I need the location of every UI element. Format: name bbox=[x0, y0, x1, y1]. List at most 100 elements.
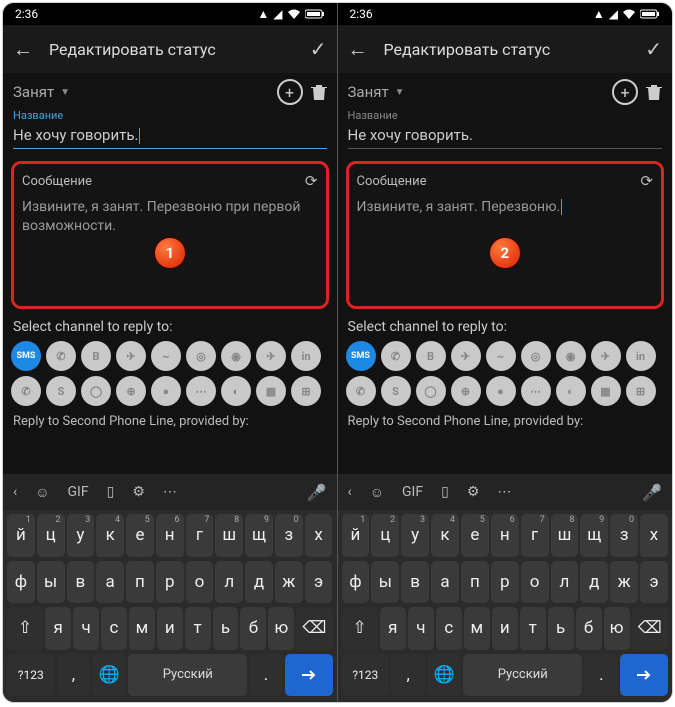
channel-icon[interactable]: ⊕ bbox=[451, 376, 481, 406]
delete-status-button[interactable] bbox=[311, 83, 327, 101]
channel-icon[interactable]: ~ bbox=[486, 341, 516, 371]
status-dropdown[interactable]: Занят ▼ bbox=[13, 83, 269, 101]
channel-icon[interactable]: ◯ bbox=[416, 376, 446, 406]
key[interactable]: п bbox=[126, 561, 154, 604]
channel-icon[interactable]: ▦ bbox=[591, 376, 621, 406]
channel-icon[interactable]: in bbox=[291, 341, 321, 371]
channel-icon[interactable]: ◐ bbox=[556, 376, 586, 406]
key[interactable]: . bbox=[584, 654, 618, 697]
key[interactable]: Русский bbox=[128, 654, 247, 697]
key[interactable]: щ9 bbox=[245, 514, 273, 557]
key[interactable]: а bbox=[431, 561, 459, 604]
kb-mic-icon[interactable]: 🎤 bbox=[642, 483, 662, 502]
channel-icon[interactable]: ✆ bbox=[346, 376, 376, 406]
back-button[interactable]: ← bbox=[348, 37, 368, 62]
add-status-button[interactable]: + bbox=[612, 79, 638, 105]
status-dropdown[interactable]: Занят ▼ bbox=[348, 83, 605, 101]
key[interactable]: б bbox=[576, 607, 602, 650]
channel-icon[interactable]: ⊞ bbox=[291, 376, 321, 406]
key[interactable]: г7 bbox=[521, 514, 549, 557]
enter-key[interactable] bbox=[620, 654, 668, 697]
key[interactable]: а bbox=[96, 561, 124, 604]
key[interactable]: ю bbox=[268, 607, 294, 650]
key[interactable]: х bbox=[640, 514, 668, 557]
key[interactable]: е5 bbox=[126, 514, 154, 557]
key[interactable]: д bbox=[245, 561, 273, 604]
key[interactable]: ы bbox=[371, 561, 399, 604]
channel-icon[interactable]: ✆ bbox=[11, 376, 41, 406]
key[interactable]: ?123 bbox=[7, 654, 55, 697]
channel-icon[interactable]: ✈ bbox=[256, 341, 286, 371]
channel-icon[interactable]: S bbox=[46, 376, 76, 406]
key[interactable]: б bbox=[240, 607, 266, 650]
key[interactable]: ж bbox=[610, 561, 638, 604]
key[interactable]: в bbox=[67, 561, 95, 604]
key[interactable]: в bbox=[401, 561, 429, 604]
key[interactable]: ?123 bbox=[342, 654, 390, 697]
channel-icon[interactable]: in bbox=[626, 341, 656, 371]
key[interactable]: о bbox=[186, 561, 214, 604]
key[interactable]: э bbox=[640, 561, 668, 604]
kb-gif-button[interactable]: GIF bbox=[68, 484, 89, 500]
key[interactable]: , bbox=[391, 654, 425, 697]
sync-icon[interactable]: ⟳ bbox=[305, 172, 318, 190]
key[interactable]: ⇧ bbox=[7, 607, 43, 650]
channel-icon[interactable]: ⋯ bbox=[521, 376, 551, 406]
kb-sticker-icon[interactable]: ☺ bbox=[370, 484, 384, 501]
key[interactable]: й1 bbox=[7, 514, 35, 557]
key[interactable]: ь bbox=[213, 607, 239, 650]
key[interactable]: н6 bbox=[156, 514, 184, 557]
confirm-button[interactable]: ✓ bbox=[310, 37, 327, 61]
channel-icon[interactable]: ● bbox=[151, 376, 181, 406]
channel-icon[interactable]: ◎ bbox=[186, 341, 216, 371]
key[interactable]: л bbox=[551, 561, 579, 604]
channel-icon[interactable]: ⋯ bbox=[186, 376, 216, 406]
key[interactable]: з0 bbox=[610, 514, 638, 557]
kb-more-icon[interactable]: ⋯ bbox=[497, 484, 511, 500]
key[interactable]: ч bbox=[73, 607, 99, 650]
key[interactable]: ш8 bbox=[551, 514, 579, 557]
key[interactable]: , bbox=[57, 654, 91, 697]
key[interactable]: щ9 bbox=[580, 514, 608, 557]
kb-more-icon[interactable]: ⋯ bbox=[163, 484, 177, 500]
key[interactable]: ц2 bbox=[371, 514, 399, 557]
key[interactable]: ⌫ bbox=[632, 607, 668, 650]
channel-icon[interactable]: ● bbox=[486, 376, 516, 406]
key[interactable]: п bbox=[461, 561, 489, 604]
key[interactable]: и bbox=[492, 607, 518, 650]
back-button[interactable]: ← bbox=[13, 37, 33, 62]
key[interactable]: ⌫ bbox=[296, 607, 332, 650]
kb-mic-icon[interactable]: 🎤 bbox=[307, 483, 327, 502]
key[interactable]: э bbox=[305, 561, 333, 604]
key[interactable]: к4 bbox=[96, 514, 124, 557]
key[interactable]: с bbox=[436, 607, 462, 650]
key[interactable]: ь bbox=[548, 607, 574, 650]
add-status-button[interactable]: + bbox=[277, 79, 303, 105]
kb-clipboard-icon[interactable]: ▯ bbox=[441, 484, 449, 500]
channel-icon[interactable]: ◐ bbox=[221, 376, 251, 406]
kb-gif-button[interactable]: GIF bbox=[402, 484, 423, 500]
key[interactable]: ч bbox=[408, 607, 434, 650]
channel-icon[interactable]: ⊞ bbox=[626, 376, 656, 406]
name-input[interactable]: Не хочу говорить. bbox=[13, 126, 327, 149]
key[interactable]: д bbox=[580, 561, 608, 604]
key[interactable]: з0 bbox=[275, 514, 303, 557]
delete-status-button[interactable] bbox=[646, 83, 662, 101]
channel-sms[interactable]: SMS bbox=[11, 341, 41, 371]
name-input[interactable]: Не хочу говорить. bbox=[348, 126, 663, 149]
kb-collapse-icon[interactable]: ‹ bbox=[13, 484, 17, 500]
channel-icon[interactable]: ◉ bbox=[556, 341, 586, 371]
key[interactable]: е5 bbox=[461, 514, 489, 557]
key[interactable]: ф bbox=[7, 561, 35, 604]
key[interactable]: с bbox=[101, 607, 127, 650]
key[interactable]: й1 bbox=[342, 514, 370, 557]
key[interactable]: ю bbox=[604, 607, 630, 650]
key[interactable]: 🌐 bbox=[427, 654, 461, 697]
key[interactable]: ⇧ bbox=[342, 607, 378, 650]
channel-icon[interactable]: ◯ bbox=[81, 376, 111, 406]
key[interactable]: т bbox=[520, 607, 546, 650]
key[interactable]: ц2 bbox=[37, 514, 65, 557]
channel-icon[interactable]: ⊕ bbox=[116, 376, 146, 406]
key[interactable]: . bbox=[249, 654, 283, 697]
key[interactable]: ш8 bbox=[215, 514, 243, 557]
